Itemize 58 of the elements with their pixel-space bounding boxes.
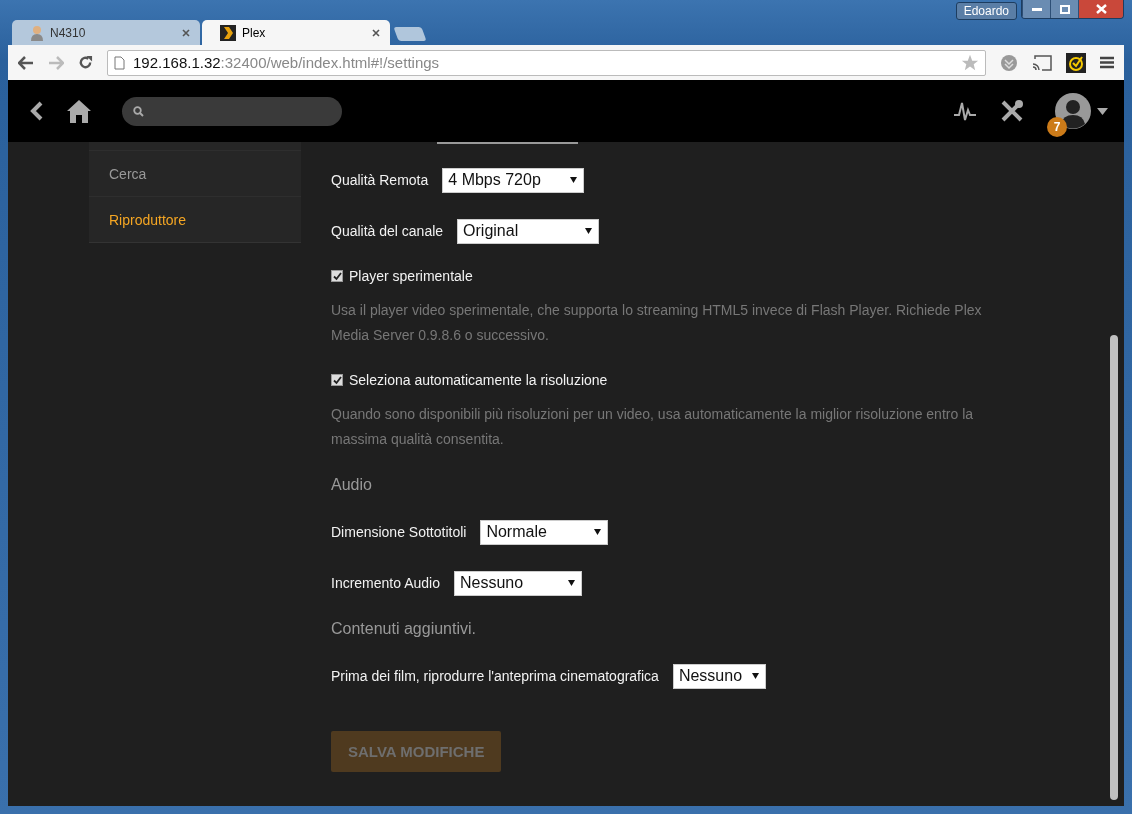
reload-icon[interactable] bbox=[78, 55, 93, 70]
setting-label: Prima dei film, riprodurre l'anteprima cinematografica bbox=[331, 668, 659, 684]
back-chevron-icon[interactable] bbox=[30, 101, 44, 121]
close-icon[interactable] bbox=[182, 28, 190, 37]
notification-badge: 7 bbox=[1047, 117, 1067, 137]
person-icon bbox=[30, 24, 44, 41]
url-text: 192.168.1.32:32400/web/index.html#!/settings bbox=[133, 54, 441, 71]
checkmark-extension-icon[interactable] bbox=[1066, 52, 1086, 73]
dropdown[interactable]: Normale bbox=[480, 519, 609, 545]
checkbox-label: Seleziona automaticamente la risoluzione bbox=[349, 372, 608, 388]
address-field[interactable]: 192.168.1.32:32400/web/index.html#!/settings bbox=[107, 49, 986, 76]
activity-pulse-icon[interactable] bbox=[953, 100, 977, 122]
download-circle-icon[interactable] bbox=[1000, 53, 1018, 72]
avatar-icon[interactable] bbox=[1055, 93, 1091, 129]
home-icon[interactable] bbox=[66, 99, 92, 123]
caret-icon[interactable] bbox=[1097, 107, 1108, 115]
user-label: Edoardo bbox=[955, 2, 1017, 20]
sidebar-item[interactable]: Riproduttore bbox=[89, 197, 301, 243]
cast-icon[interactable] bbox=[1032, 54, 1052, 71]
menu-icon[interactable] bbox=[1100, 56, 1114, 69]
caret-icon bbox=[594, 529, 602, 535]
setting-label: Qualità del canale bbox=[331, 223, 444, 239]
star-icon[interactable] bbox=[961, 54, 979, 71]
setting-description: Quando sono disponibili più risoluzioni per un video, usa automaticamente la miglior risoluzione entro la massima qualità consentita. bbox=[331, 405, 975, 449]
caret-icon bbox=[567, 580, 575, 586]
chevron-logo-icon bbox=[220, 24, 236, 41]
close-icon bbox=[1095, 4, 1107, 14]
new-tab-button[interactable] bbox=[393, 27, 427, 41]
dropdown[interactable]: Nessuno bbox=[672, 663, 766, 689]
sidebar-item[interactable]: Cerca bbox=[89, 151, 301, 197]
minimize-button[interactable] bbox=[1022, 0, 1050, 18]
browser-tab[interactable]: N4310 bbox=[12, 20, 200, 45]
caret-icon bbox=[570, 177, 578, 183]
dropdown[interactable]: 4 Mbps 720p bbox=[442, 167, 585, 193]
search-field[interactable] bbox=[122, 96, 342, 126]
page-icon bbox=[114, 55, 125, 70]
minimize-icon bbox=[1031, 7, 1042, 11]
setting-description: Usa il player video sperimentale, che supporta lo streaming HTML5 invece di Flash Player. Richiede Plex Media Server 0.9.8.6 o successivo. bbox=[331, 301, 983, 345]
dropdown[interactable]: Nessuno bbox=[453, 570, 582, 596]
dropdown[interactable]: Original bbox=[457, 218, 600, 244]
search-icon bbox=[133, 105, 144, 117]
caret-icon bbox=[751, 673, 759, 679]
caret-icon bbox=[585, 228, 593, 234]
back-arrow-icon[interactable] bbox=[18, 55, 34, 70]
setting-label: Qualità Remota bbox=[331, 172, 429, 188]
section-heading: Contenuti aggiuntivi. bbox=[331, 620, 477, 638]
maximize-icon bbox=[1059, 4, 1070, 14]
wrench-screwdriver-icon[interactable] bbox=[999, 98, 1025, 124]
checkbox[interactable] bbox=[331, 374, 343, 386]
close-icon[interactable] bbox=[372, 28, 380, 37]
browser-tab[interactable]: Plex bbox=[202, 20, 390, 45]
close-button[interactable] bbox=[1078, 0, 1123, 18]
maximize-button[interactable] bbox=[1050, 0, 1078, 18]
checkbox-label: Player sperimentale bbox=[349, 268, 473, 284]
setting-label: Dimensione Sottotitoli bbox=[331, 524, 467, 540]
section-heading: Audio bbox=[331, 476, 373, 494]
setting-label: Incremento Audio bbox=[331, 575, 440, 591]
checkbox[interactable] bbox=[331, 270, 343, 282]
